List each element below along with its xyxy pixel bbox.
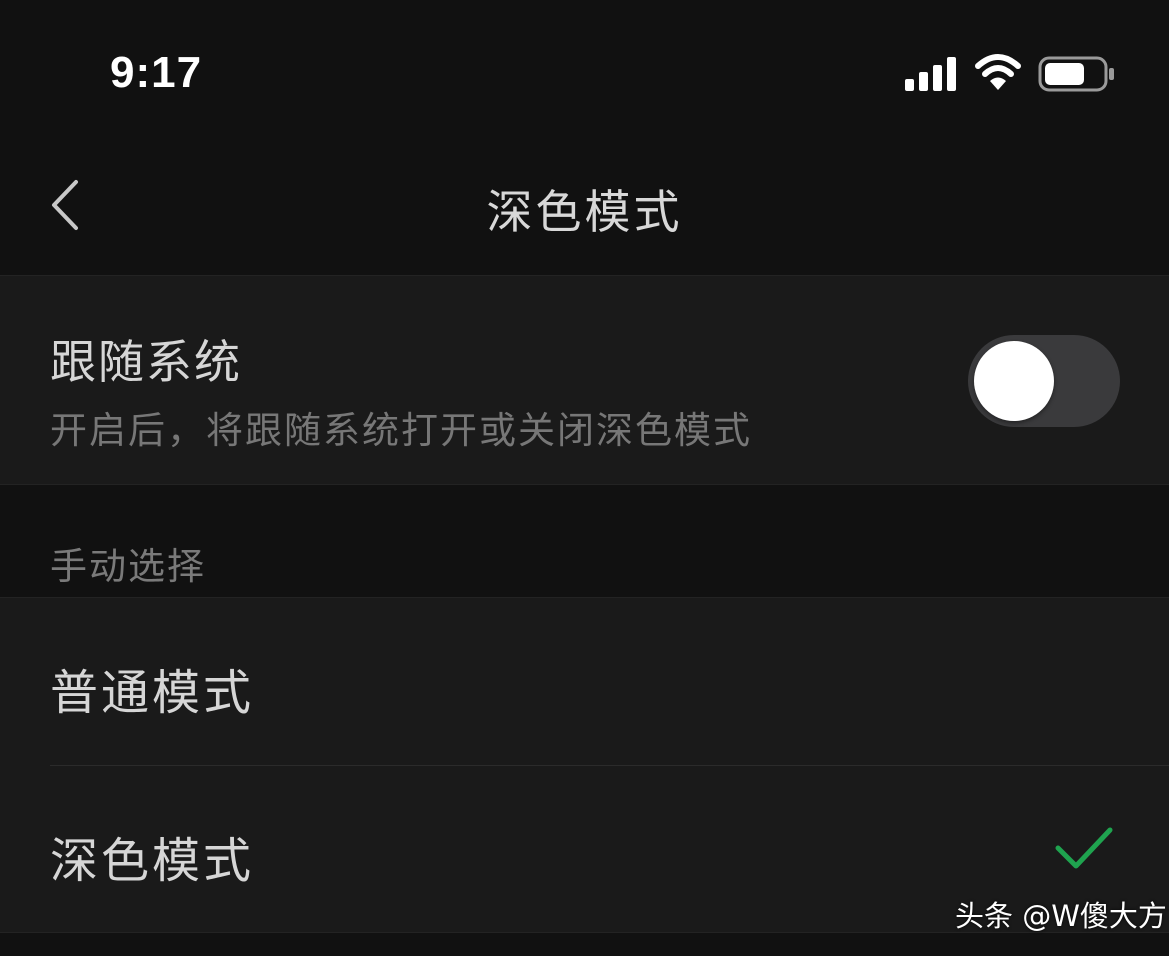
option-label: 深色模式 [50,833,255,889]
manual-select-header: 手动选择 [50,545,206,588]
nav-bar: 深色模式 [0,130,1169,275]
status-time: 9:17 [110,48,203,97]
battery-icon [1038,56,1114,92]
status-bar: 9:17 [0,0,1169,130]
follow-system-toggle[interactable] [968,335,1120,427]
wifi-icon [975,54,1021,90]
follow-system-title: 跟随系统 [50,335,242,389]
follow-system-row: 跟随系统 开启后，将跟随系统打开或关闭深色模式 [0,275,1169,485]
signal-icon [905,57,956,91]
check-icon [1055,827,1113,869]
follow-system-description: 开启后，将跟随系统打开或关闭深色模式 [50,409,752,452]
option-normal-mode[interactable]: 普通模式 [0,598,1169,765]
toggle-knob [974,341,1054,421]
page-title: 深色模式 [486,185,683,239]
option-label: 普通模式 [50,665,255,721]
mode-options-list: 普通模式 深色模式 [0,597,1169,933]
watermark: 头条 @W傻大方 [955,899,1167,933]
